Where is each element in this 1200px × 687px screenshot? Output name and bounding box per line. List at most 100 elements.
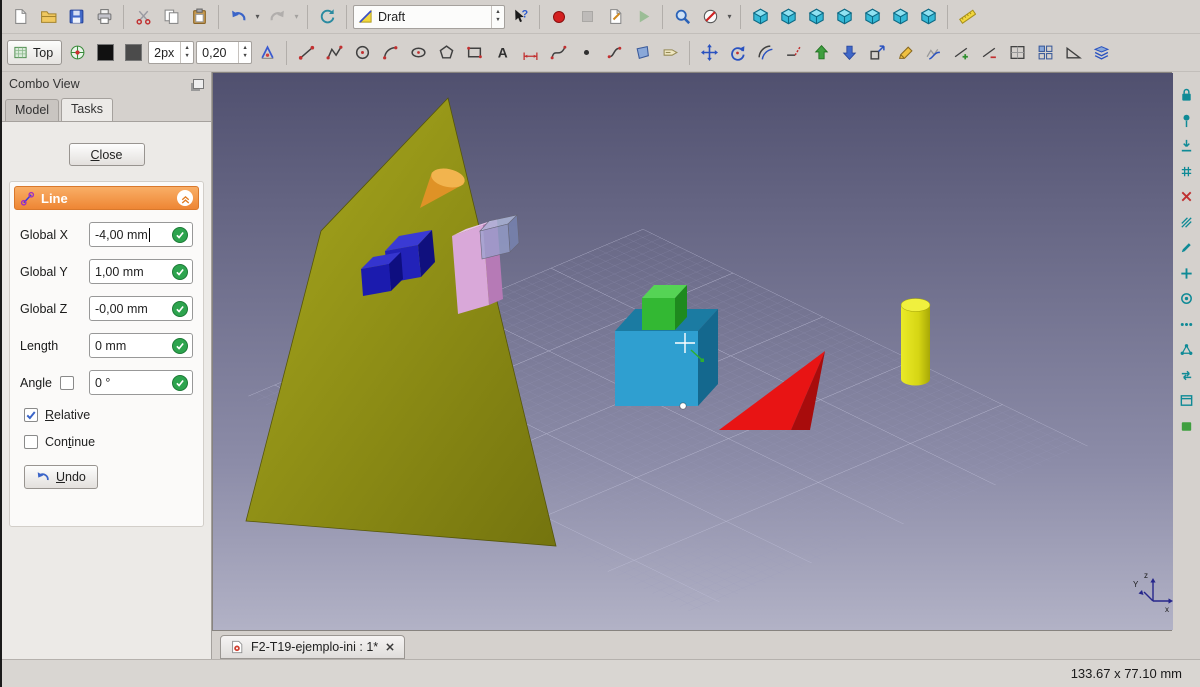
draft-circle-button[interactable] <box>349 40 375 66</box>
draft-point-button[interactable] <box>573 40 599 66</box>
right-toolbar-hatch-button[interactable] <box>1176 212 1197 233</box>
view-left-button[interactable] <box>915 4 941 30</box>
face-color-swatch[interactable] <box>120 40 146 66</box>
print-button[interactable] <box>91 4 117 30</box>
workbench-selector[interactable]: Draft ▲▼ <box>353 5 505 29</box>
draft-upgrade-button[interactable] <box>808 40 834 66</box>
line-width-spinner[interactable]: ▲▼ <box>180 42 193 63</box>
green-cube[interactable] <box>642 285 687 330</box>
angle-input[interactable]: 0 ° <box>89 370 193 395</box>
draft-slope-button[interactable] <box>1060 40 1086 66</box>
draft-array-button[interactable] <box>1032 40 1058 66</box>
whats-this-button[interactable] <box>507 4 533 30</box>
construction-mode-button[interactable] <box>254 40 280 66</box>
line-color-swatch[interactable] <box>92 40 118 66</box>
tab-tasks[interactable]: Tasks <box>61 98 113 121</box>
draft-offset-button[interactable] <box>752 40 778 66</box>
right-toolbar-plane-proxy-button[interactable] <box>1176 416 1197 437</box>
right-toolbar-grid-button[interactable] <box>1176 161 1197 182</box>
draft-polygon-button[interactable] <box>433 40 459 66</box>
view-rear-button[interactable] <box>859 4 885 30</box>
collapse-icon[interactable] <box>177 190 193 206</box>
redo-button[interactable] <box>264 4 290 30</box>
macro-play-button[interactable] <box>630 4 656 30</box>
working-plane-button[interactable]: Top <box>7 40 62 65</box>
draft-rectangle-button[interactable] <box>461 40 487 66</box>
right-toolbar-pin-button[interactable] <box>1176 110 1197 131</box>
right-toolbar-snap-to-line-button[interactable] <box>1176 135 1197 156</box>
draft-bezier-button[interactable] <box>601 40 627 66</box>
right-toolbar-target-button[interactable] <box>1176 288 1197 309</box>
draft-arc-button[interactable] <box>377 40 403 66</box>
draft-move-button[interactable] <box>696 40 722 66</box>
close-tab-icon[interactable] <box>385 642 395 652</box>
copy-button[interactable] <box>158 4 184 30</box>
draft-ellipse-button[interactable] <box>405 40 431 66</box>
tab-model[interactable]: Model <box>5 99 59 121</box>
view-bottom-button[interactable] <box>887 4 913 30</box>
global-z-input[interactable]: -0,00 mm <box>89 296 193 321</box>
refresh-button[interactable] <box>314 4 340 30</box>
right-toolbar-clear-button[interactable] <box>1176 186 1197 207</box>
close-button[interactable]: Close <box>69 143 145 166</box>
length-input[interactable]: 0 mm <box>89 333 193 358</box>
global-y-input[interactable]: 1,00 mm <box>89 259 193 284</box>
draft-polyline-button[interactable] <box>321 40 347 66</box>
draft-scale-button[interactable] <box>864 40 890 66</box>
panel-float-icon[interactable] <box>193 79 204 89</box>
undo-dropdown[interactable]: ▾ <box>253 4 262 30</box>
save-button[interactable] <box>63 4 89 30</box>
draft-line-button[interactable] <box>293 40 319 66</box>
draft-add-point-button[interactable] <box>948 40 974 66</box>
draft-rotate-button[interactable] <box>724 40 750 66</box>
macro-edit-button[interactable] <box>602 4 628 30</box>
right-toolbar-window-button[interactable] <box>1176 390 1197 411</box>
view-right-button[interactable] <box>831 4 857 30</box>
continue-checkbox[interactable] <box>24 435 38 449</box>
task-header[interactable]: Line <box>14 186 199 210</box>
draw-style-dropdown[interactable]: ▾ <box>725 4 734 30</box>
draft-downgrade-button[interactable] <box>836 40 862 66</box>
undo-button[interactable] <box>225 4 251 30</box>
new-document-button[interactable] <box>7 4 33 30</box>
draft-bspline-button[interactable] <box>545 40 571 66</box>
draft-shape2dview-button[interactable] <box>1004 40 1030 66</box>
measure-distance-button[interactable] <box>954 4 980 30</box>
cut-button[interactable] <box>130 4 156 30</box>
draft-layer-button[interactable] <box>1088 40 1114 66</box>
view-top-button[interactable] <box>803 4 829 30</box>
right-toolbar-lock-button[interactable] <box>1176 84 1197 105</box>
3d-viewport[interactable]: z Y x <box>212 72 1172 631</box>
relative-checkbox[interactable] <box>24 408 38 422</box>
scale-spinner[interactable]: ▲▼ <box>238 42 251 63</box>
draft-wire-to-bspline-button[interactable] <box>920 40 946 66</box>
right-toolbar-edit-button[interactable] <box>1176 237 1197 258</box>
macro-record-button[interactable] <box>546 4 572 30</box>
draft-remove-point-button[interactable] <box>976 40 1002 66</box>
open-document-button[interactable] <box>35 4 61 30</box>
document-tab[interactable]: F2-T19-ejemplo-ini : 1* <box>220 635 405 659</box>
paste-button[interactable] <box>186 4 212 30</box>
right-toolbar-swap-button[interactable] <box>1176 365 1197 386</box>
draft-facebinder-button[interactable] <box>629 40 655 66</box>
draft-text-button[interactable] <box>489 40 515 66</box>
right-toolbar-add-button[interactable] <box>1176 263 1197 284</box>
draft-label-button[interactable] <box>657 40 683 66</box>
draft-edit-button[interactable] <box>892 40 918 66</box>
view-isometric-button[interactable] <box>747 4 773 30</box>
undo-button[interactable]: Undo <box>24 465 98 489</box>
view-front-button[interactable] <box>775 4 801 30</box>
scale-spinbox[interactable]: 0,20 ▲▼ <box>196 41 252 64</box>
draft-trim-button[interactable] <box>780 40 806 66</box>
workbench-selector-spinner[interactable]: ▲▼ <box>491 6 504 28</box>
line-width-spinbox[interactable]: 2px ▲▼ <box>148 41 194 64</box>
fit-all-button[interactable] <box>669 4 695 30</box>
redo-dropdown[interactable]: ▾ <box>292 4 301 30</box>
draft-dimension-button[interactable] <box>517 40 543 66</box>
macro-stop-button[interactable] <box>574 4 600 30</box>
angle-checkbox[interactable] <box>60 376 74 390</box>
yellow-cylinder[interactable] <box>901 299 930 386</box>
draw-style-button[interactable] <box>697 4 723 30</box>
snap-toggle-button[interactable] <box>64 40 90 66</box>
right-toolbar-nodes-button[interactable] <box>1176 339 1197 360</box>
